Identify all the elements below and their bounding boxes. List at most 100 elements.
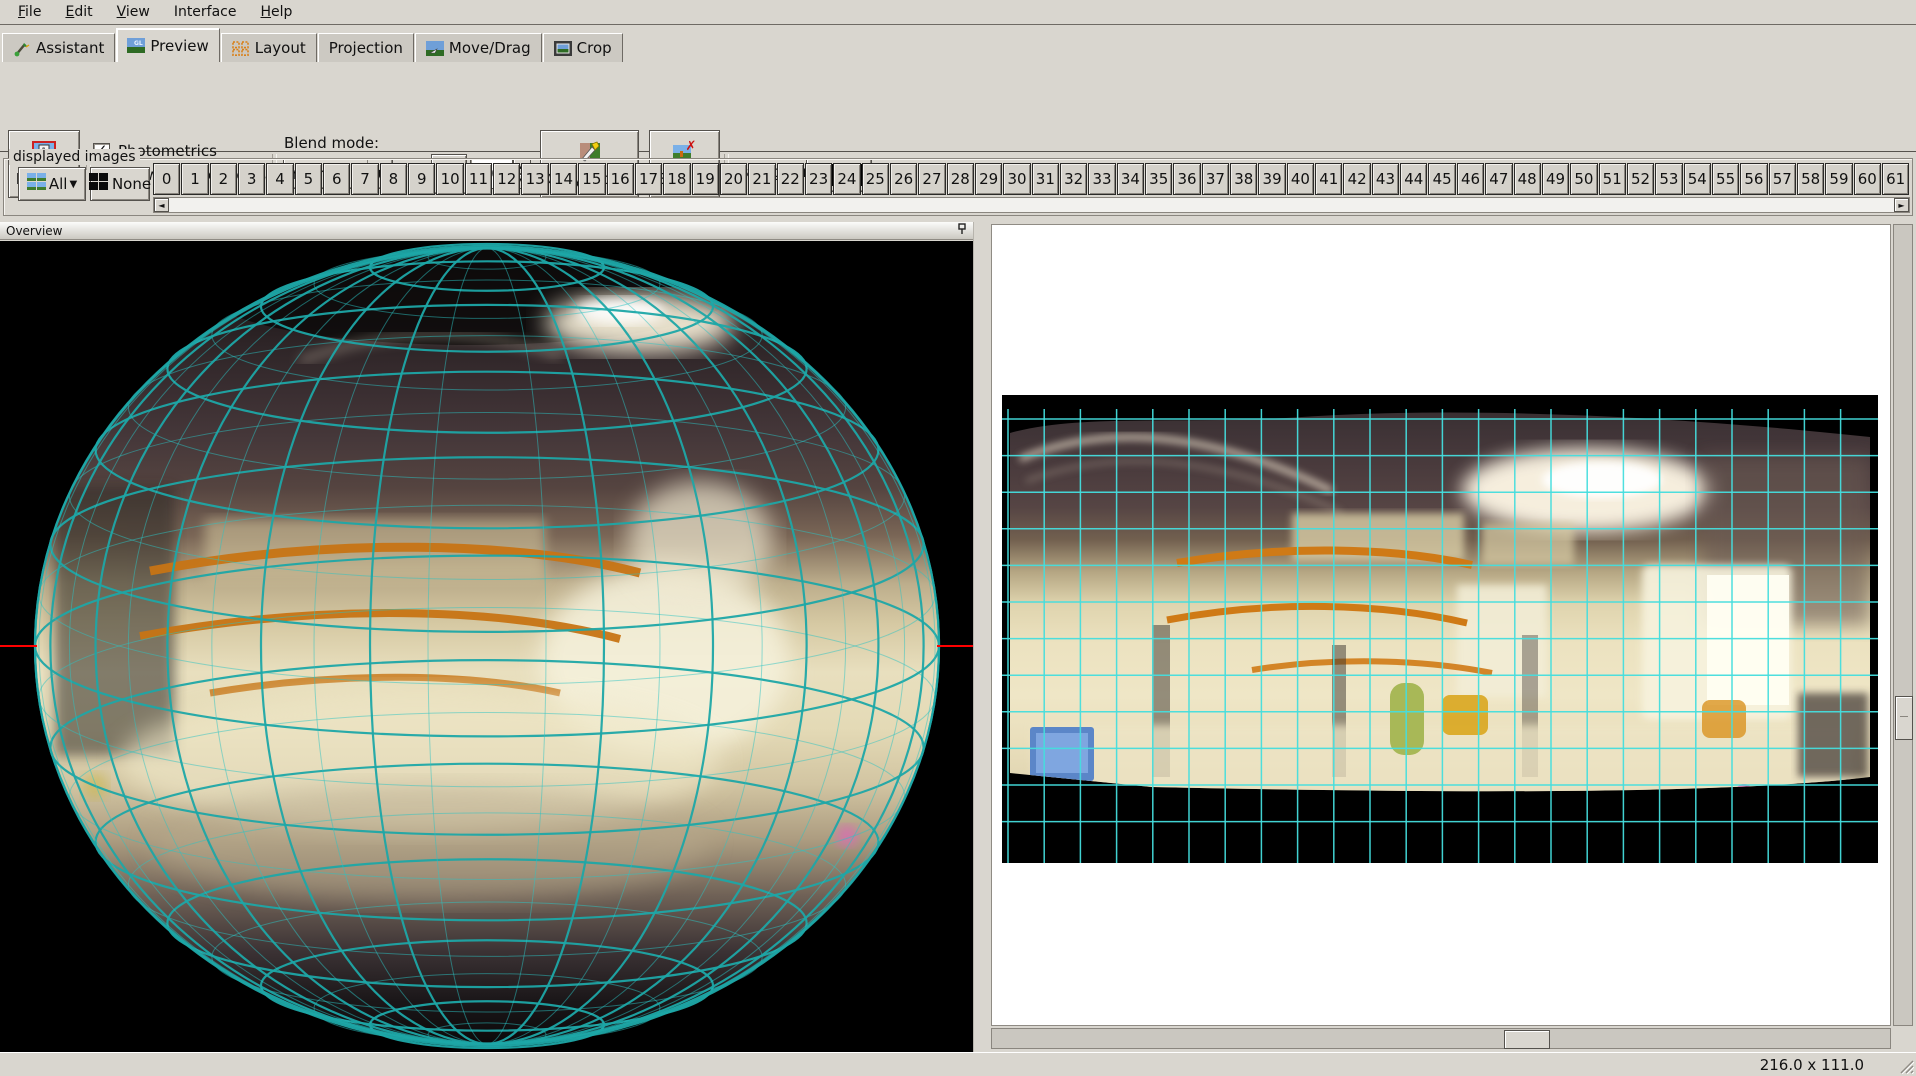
- main-area: Overview: [0, 222, 1916, 1052]
- image-toggle-21[interactable]: 21: [748, 163, 775, 195]
- image-toggle-5[interactable]: 5: [295, 163, 322, 195]
- image-toggle-10[interactable]: 10: [436, 163, 463, 195]
- image-toggle-32[interactable]: 32: [1060, 163, 1087, 195]
- scroll-left-icon[interactable]: ◄: [154, 198, 169, 212]
- image-toggle-40[interactable]: 40: [1287, 163, 1314, 195]
- image-toggle-19[interactable]: 19: [692, 163, 719, 195]
- image-toggle-24[interactable]: 24: [833, 163, 860, 195]
- image-toggle-20[interactable]: 20: [720, 163, 747, 195]
- tab-layout[interactable]: Layout: [221, 33, 317, 62]
- svg-text:GL: GL: [134, 40, 143, 47]
- image-toggle-11[interactable]: 11: [465, 163, 492, 195]
- image-toggle-23[interactable]: 23: [805, 163, 832, 195]
- image-toggle-7[interactable]: 7: [351, 163, 378, 195]
- image-toggle-56[interactable]: 56: [1740, 163, 1767, 195]
- image-toggle-38[interactable]: 38: [1230, 163, 1257, 195]
- pin-icon[interactable]: [957, 223, 967, 238]
- image-toggle-52[interactable]: 52: [1627, 163, 1654, 195]
- preview-horizontal-scrollbar-thumb[interactable]: [1504, 1030, 1550, 1049]
- tab-move-drag[interactable]: Move/Drag: [415, 33, 542, 62]
- image-toggle-48[interactable]: 48: [1514, 163, 1541, 195]
- image-toggle-13[interactable]: 13: [521, 163, 548, 195]
- image-toggle-26[interactable]: 26: [890, 163, 917, 195]
- image-toggle-33[interactable]: 33: [1088, 163, 1115, 195]
- tab-label: Preview: [150, 37, 208, 55]
- image-toggle-18[interactable]: 18: [663, 163, 690, 195]
- image-list-scrollbar[interactable]: ◄ ►: [153, 197, 1910, 213]
- image-toggle-4[interactable]: 4: [266, 163, 293, 195]
- image-toggle-50[interactable]: 50: [1570, 163, 1597, 195]
- menu-item-view[interactable]: View: [105, 2, 162, 22]
- menu-item-help[interactable]: Help: [249, 2, 305, 22]
- image-toggle-45[interactable]: 45: [1428, 163, 1455, 195]
- image-toggle-15[interactable]: 15: [578, 163, 605, 195]
- blend-mode-label: Blend mode:: [284, 134, 379, 152]
- image-toggle-2[interactable]: 2: [210, 163, 237, 195]
- image-toggle-6[interactable]: 6: [323, 163, 350, 195]
- panosphere-canvas[interactable]: [0, 241, 973, 1052]
- none-images-icon: [89, 173, 109, 195]
- image-toggle-55[interactable]: 55: [1712, 163, 1739, 195]
- image-toggle-8[interactable]: 8: [380, 163, 407, 195]
- image-toggle-54[interactable]: 54: [1684, 163, 1711, 195]
- image-toggle-43[interactable]: 43: [1372, 163, 1399, 195]
- move-drag-icon: [426, 41, 444, 56]
- tab-label: Layout: [255, 39, 306, 57]
- image-toggle-25[interactable]: 25: [862, 163, 889, 195]
- preview-vertical-scrollbar[interactable]: [1893, 224, 1913, 1026]
- show-none-images-button[interactable]: None: [90, 167, 150, 201]
- image-toggle-51[interactable]: 51: [1599, 163, 1626, 195]
- image-toggle-60[interactable]: 60: [1854, 163, 1881, 195]
- image-list-scrollbar-trough[interactable]: [169, 198, 1894, 212]
- none-label: None: [112, 175, 151, 193]
- image-toggle-16[interactable]: 16: [607, 163, 634, 195]
- image-toggle-9[interactable]: 9: [408, 163, 435, 195]
- image-toggle-30[interactable]: 30: [1003, 163, 1030, 195]
- tab-assistant[interactable]: Assistant: [2, 33, 115, 62]
- image-toggle-42[interactable]: 42: [1343, 163, 1370, 195]
- image-toggle-14[interactable]: 14: [550, 163, 577, 195]
- tab-preview[interactable]: GL Preview: [116, 28, 219, 62]
- resize-grip[interactable]: [1897, 1057, 1914, 1074]
- image-toggle-44[interactable]: 44: [1400, 163, 1427, 195]
- image-toggle-37[interactable]: 37: [1202, 163, 1229, 195]
- image-toggle-0[interactable]: 0: [153, 163, 180, 195]
- panosphere-preview: [0, 241, 973, 1052]
- image-toggle-1[interactable]: 1: [181, 163, 208, 195]
- image-toggle-47[interactable]: 47: [1485, 163, 1512, 195]
- image-toggle-49[interactable]: 49: [1542, 163, 1569, 195]
- image-toggle-61[interactable]: 61: [1882, 163, 1909, 195]
- menu-item-edit[interactable]: Edit: [53, 2, 104, 22]
- tab-label: Move/Drag: [449, 39, 531, 57]
- image-toggle-59[interactable]: 59: [1825, 163, 1852, 195]
- scroll-right-icon[interactable]: ►: [1894, 198, 1909, 212]
- panorama-canvas[interactable]: [991, 224, 1891, 1026]
- tab-projection[interactable]: Projection: [318, 33, 414, 62]
- image-toggle-34[interactable]: 34: [1117, 163, 1144, 195]
- image-toggle-3[interactable]: 3: [238, 163, 265, 195]
- show-all-images-button[interactable]: All ▼: [18, 167, 86, 201]
- assistant-icon: [13, 41, 31, 56]
- image-toggle-57[interactable]: 57: [1769, 163, 1796, 195]
- image-toggle-17[interactable]: 17: [635, 163, 662, 195]
- image-toggle-22[interactable]: 22: [777, 163, 804, 195]
- image-toggle-41[interactable]: 41: [1315, 163, 1342, 195]
- image-toggle-58[interactable]: 58: [1797, 163, 1824, 195]
- image-toggle-53[interactable]: 53: [1655, 163, 1682, 195]
- image-toggle-27[interactable]: 27: [918, 163, 945, 195]
- menu-item-file[interactable]: File: [6, 2, 53, 22]
- image-toggle-29[interactable]: 29: [975, 163, 1002, 195]
- image-toggle-28[interactable]: 28: [947, 163, 974, 195]
- image-toggle-46[interactable]: 46: [1457, 163, 1484, 195]
- preview-horizontal-scrollbar[interactable]: [991, 1028, 1891, 1049]
- image-toggle-31[interactable]: 31: [1032, 163, 1059, 195]
- image-toggle-35[interactable]: 35: [1145, 163, 1172, 195]
- tab-crop[interactable]: Crop: [543, 33, 623, 62]
- image-toggle-36[interactable]: 36: [1173, 163, 1200, 195]
- panel-splitter[interactable]: [973, 222, 991, 1052]
- image-toggle-12[interactable]: 12: [493, 163, 520, 195]
- preview-gl-icon: GL: [127, 38, 145, 53]
- preview-vertical-scrollbar-thumb[interactable]: [1895, 696, 1913, 740]
- image-toggle-39[interactable]: 39: [1258, 163, 1285, 195]
- menu-item-interface[interactable]: Interface: [162, 2, 249, 22]
